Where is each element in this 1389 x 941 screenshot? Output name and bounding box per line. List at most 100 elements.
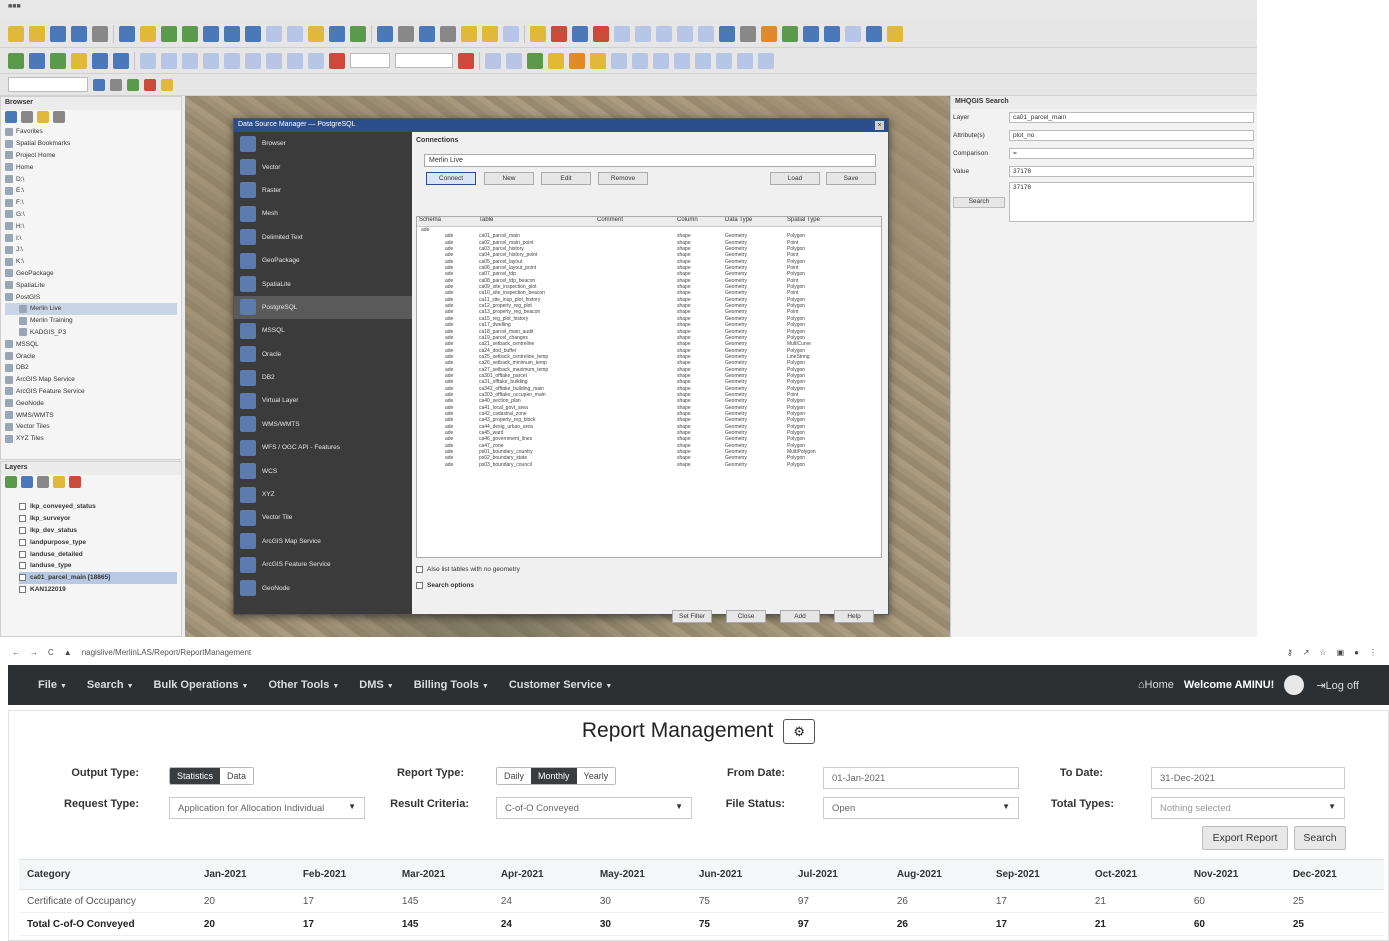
label-pin-icon[interactable] (548, 52, 564, 69)
nav-menu-item[interactable]: Bulk Operations ▼ (154, 679, 249, 691)
zoom-full-icon[interactable] (203, 25, 219, 42)
nav-menu-item[interactable]: DMS ▼ (359, 679, 393, 691)
browser-tree-item[interactable]: XYZ Tiles (5, 433, 177, 445)
label-move-icon[interactable] (590, 52, 606, 69)
move-feature-icon[interactable] (224, 52, 240, 69)
layer-item[interactable]: landuse_type (19, 560, 177, 572)
pan-icon[interactable] (119, 25, 135, 42)
search-result-list[interactable]: 37176 (1009, 182, 1254, 222)
browser-tree-item[interactable]: K:\ (5, 256, 177, 268)
delete-feature-icon[interactable] (245, 52, 261, 69)
help-button[interactable]: Help (834, 610, 874, 623)
edit-button[interactable]: Edit (541, 172, 591, 185)
raster-4-icon[interactable] (716, 52, 732, 69)
dsm-sidebar-item[interactable]: XYZ (234, 483, 412, 506)
new-project-icon[interactable] (8, 25, 24, 42)
table-column-header[interactable]: Table (477, 217, 595, 226)
raster-3-icon[interactable] (695, 52, 711, 69)
profile-icon[interactable]: ● (1354, 648, 1359, 657)
browser-tree-item[interactable]: MSSQL (5, 338, 177, 350)
statistics-icon[interactable] (440, 25, 456, 42)
remove-layer-icon[interactable] (69, 476, 81, 488)
select-by-expression-icon[interactable] (572, 25, 588, 42)
raster-6-icon[interactable] (758, 52, 774, 69)
layer-visibility-checkbox[interactable] (19, 515, 26, 523)
settings-button[interactable]: ⚙ (783, 719, 816, 744)
dsm-sidebar-item[interactable]: WFS / OGC API - Features (234, 436, 412, 459)
layer-visibility-checkbox[interactable] (19, 562, 26, 570)
browser-tree-item[interactable]: GeoPackage (5, 268, 177, 280)
browser-tree-item[interactable]: Favorites (5, 126, 177, 138)
connect-button[interactable]: Connect (426, 172, 476, 185)
layer-item[interactable]: landpurpose_type (19, 536, 177, 548)
browser-tree-item[interactable]: Vector Tiles (5, 421, 177, 433)
layer-filter-icon[interactable] (37, 476, 49, 488)
also-list-option[interactable]: Also list tables with no geometry (416, 566, 520, 573)
menu-placeholder[interactable]: ■■■ (8, 3, 21, 17)
zoom-last-icon[interactable] (266, 25, 282, 42)
refresh-icon[interactable] (21, 111, 33, 123)
plugin-2-icon[interactable] (635, 25, 651, 42)
table-column-header[interactable]: Spatial Type (785, 217, 879, 226)
kebab-menu-icon[interactable]: ⋮ (1369, 648, 1377, 657)
cut-icon[interactable] (266, 52, 282, 69)
raster-5-icon[interactable] (737, 52, 753, 69)
dsm-sidebar-item[interactable]: GeoNode (234, 576, 412, 599)
also-list-checkbox[interactable] (416, 566, 423, 573)
label-show-icon[interactable] (569, 52, 585, 69)
digitize-icon[interactable] (71, 52, 87, 69)
zoom-out-icon[interactable] (182, 25, 198, 42)
dsm-sidebar-item[interactable]: WCS (234, 459, 412, 482)
measure-icon[interactable] (461, 25, 477, 42)
plugin-4-icon[interactable] (677, 25, 693, 42)
browser-tree-item[interactable]: PostGIS (5, 291, 177, 303)
search-run-button[interactable]: Search (953, 196, 1005, 208)
plugin-10-icon[interactable] (803, 25, 819, 42)
home-link[interactable]: ⌂Home (1138, 679, 1174, 691)
table-column-header[interactable]: Data Type (723, 217, 785, 226)
browser-tree-item[interactable]: Merlin Training (5, 315, 177, 327)
dsm-sidebar-item[interactable]: Mesh (234, 202, 412, 225)
dsm-sidebar-item[interactable]: ArcGIS Feature Service (234, 553, 412, 576)
search-button[interactable]: Search (1294, 826, 1346, 850)
bookmark-icon[interactable] (329, 25, 345, 42)
dsm-sidebar-item[interactable]: PostgreSQL (234, 295, 412, 320)
browser-tree-item[interactable]: Project Home (5, 150, 177, 162)
layer-visibility-checkbox[interactable] (19, 550, 26, 558)
table-column-header[interactable]: Column (675, 217, 723, 226)
label-change-icon[interactable] (632, 52, 648, 69)
zoom-layer-icon[interactable] (224, 25, 240, 42)
star-icon[interactable]: ☆ (1319, 648, 1326, 657)
search-options-toggle[interactable]: Search options (416, 582, 474, 589)
dsm-sidebar-item[interactable]: Oracle (234, 343, 412, 366)
output-type-option[interactable]: Statistics (170, 768, 221, 784)
table-column-header[interactable]: Schema (417, 217, 477, 226)
layer-item[interactable]: lkp_conveyed_status (19, 501, 177, 513)
reload-icon[interactable]: C (48, 648, 54, 657)
browser-tree-item[interactable]: ArcGIS Feature Service (5, 386, 177, 398)
nav-menu-item[interactable]: Other Tools ▼ (268, 679, 339, 691)
nav-menu-item[interactable]: Customer Service ▼ (509, 679, 612, 691)
browser-tree-item[interactable]: Spatial Bookmarks (5, 138, 177, 150)
search-value-input[interactable]: 37176 (1009, 166, 1254, 177)
report-type-option[interactable]: Yearly (576, 768, 616, 784)
new-map-view-icon[interactable] (308, 25, 324, 42)
dsm-sidebar-item[interactable]: Raster (234, 179, 412, 202)
processing-icon[interactable] (161, 78, 173, 91)
dsm-sidebar-item[interactable]: DB2 (234, 366, 412, 389)
url-text[interactable]: nagislive/MerlinLAS/Report/ReportManagem… (82, 648, 251, 657)
browser-tree-item[interactable]: H:\ (5, 220, 177, 232)
plugin-12-icon[interactable] (845, 25, 861, 42)
add-group-icon[interactable] (21, 476, 33, 488)
label-rotate-icon[interactable] (611, 52, 627, 69)
browser-tree-item[interactable]: WMS/WMTS (5, 409, 177, 421)
dsm-sidebar-item[interactable]: GeoPackage (234, 249, 412, 272)
total-types-select[interactable]: Nothing selected ▼ (1151, 797, 1345, 819)
share-icon[interactable]: ↗ (1303, 648, 1310, 657)
dsm-sidebar-item[interactable]: Vector (234, 155, 412, 178)
browser-tree-item[interactable]: D:\ (5, 173, 177, 185)
text-annotation-icon[interactable] (503, 25, 519, 42)
browser-tree-item[interactable]: I:\ (5, 232, 177, 244)
collapse-icon[interactable] (53, 111, 65, 123)
advanced-digitize-1-icon[interactable] (485, 52, 501, 69)
